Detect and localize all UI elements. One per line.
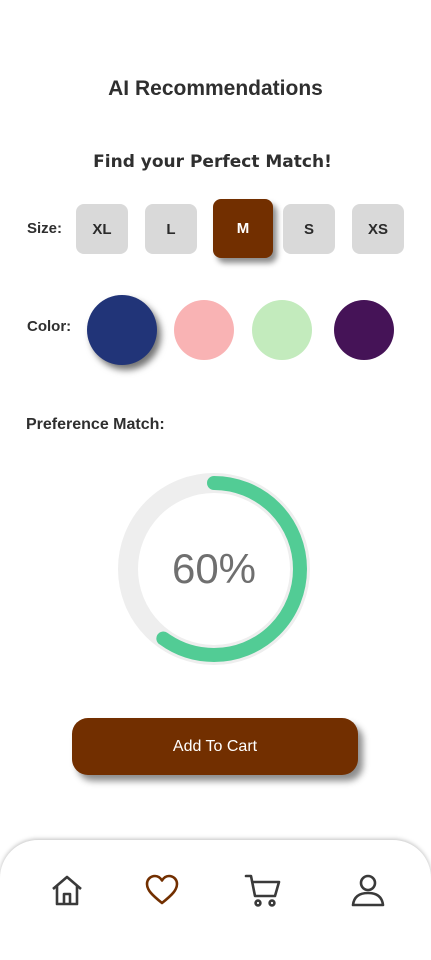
user-icon	[351, 874, 385, 907]
size-label: Size:	[27, 220, 63, 237]
size-option-m[interactable]: M	[213, 199, 273, 258]
preference-match-label: Preference Match:	[26, 416, 165, 433]
bottom-nav	[0, 840, 431, 960]
size-option-s[interactable]: S	[283, 204, 335, 254]
size-option-xl[interactable]: XL	[76, 204, 128, 254]
color-swatch-light-green[interactable]	[252, 300, 312, 360]
size-option-l[interactable]: L	[145, 204, 197, 254]
home-icon	[52, 875, 82, 906]
color-swatch-navy[interactable]	[87, 295, 157, 365]
preference-match-value: 60%	[171, 545, 257, 592]
nav-favorites[interactable]	[142, 870, 182, 910]
size-option-xs[interactable]: XS	[352, 204, 404, 254]
add-to-cart-button[interactable]: Add To Cart	[72, 718, 358, 775]
color-label: Color:	[27, 318, 72, 335]
subtitle: Find your Perfect Match!	[93, 152, 332, 172]
heart-icon	[145, 874, 179, 905]
preference-match-ring: 60%	[115, 470, 313, 668]
color-swatch-pink[interactable]	[174, 300, 234, 360]
color-swatch-purple[interactable]	[334, 300, 394, 360]
nav-home[interactable]	[47, 870, 87, 910]
cart-icon	[244, 874, 281, 907]
nav-cart[interactable]	[243, 870, 283, 910]
nav-profile[interactable]	[348, 870, 388, 910]
page-title: AI Recommendations	[108, 77, 323, 100]
